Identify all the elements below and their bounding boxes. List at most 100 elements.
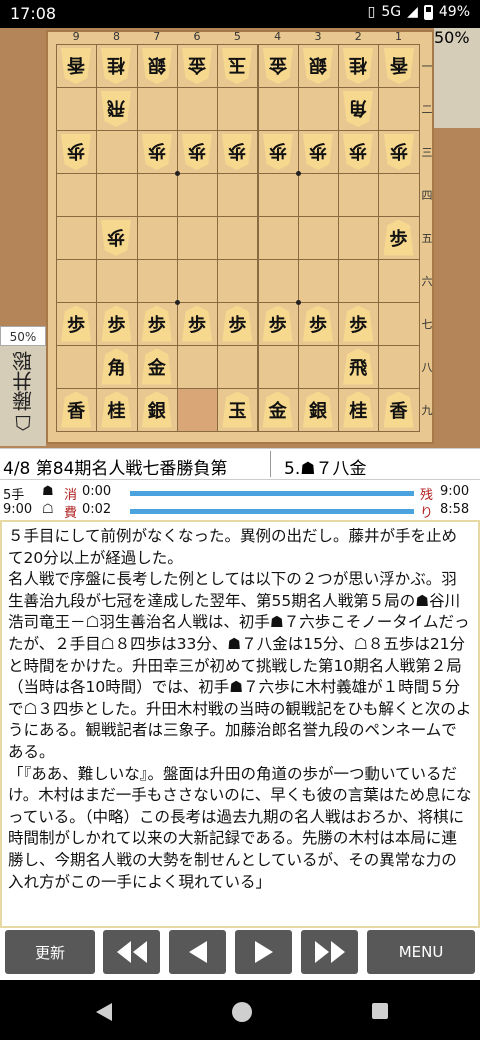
board-square[interactable] — [378, 302, 420, 346]
shogi-piece[interactable]: 桂 — [343, 48, 373, 84]
board-square[interactable] — [338, 173, 380, 217]
board-square[interactable] — [96, 130, 138, 174]
shogi-piece[interactable]: 歩 — [222, 134, 252, 170]
board-square[interactable] — [136, 173, 178, 217]
shogi-piece[interactable]: 香 — [61, 48, 91, 84]
shogi-piece[interactable]: 歩 — [101, 305, 132, 342]
shogi-piece[interactable]: 歩 — [142, 134, 172, 170]
board-square[interactable] — [176, 87, 219, 131]
first-move-button[interactable] — [103, 930, 160, 974]
game-title[interactable]: 4/8 第84期名人戦七番勝負第 — [3, 454, 265, 479]
board-square[interactable] — [378, 345, 420, 389]
rank-label: 一 — [421, 60, 433, 73]
shogi-piece[interactable]: 銀 — [141, 391, 172, 428]
shogi-piece[interactable]: 歩 — [302, 305, 333, 342]
shogi-piece[interactable]: 歩 — [222, 305, 253, 342]
shogi-piece[interactable]: 歩 — [182, 305, 213, 342]
board-square[interactable] — [378, 87, 420, 131]
clock-row-gote: 9:00 ☖ 費 0:02 り 8:58 — [3, 502, 470, 521]
shogi-piece[interactable]: 金 — [263, 48, 293, 84]
shogi-piece[interactable]: 銀 — [302, 391, 333, 428]
board-square[interactable] — [176, 345, 219, 389]
shogi-piece[interactable]: 歩 — [303, 134, 333, 170]
current-move[interactable]: 5.☗７八金 — [284, 454, 366, 479]
board-square[interactable] — [257, 259, 299, 303]
shogi-piece[interactable]: 歩 — [262, 305, 293, 342]
board-square[interactable] — [176, 173, 219, 217]
menu-button[interactable]: MENU — [367, 930, 475, 974]
board-square[interactable] — [297, 87, 340, 131]
board-square[interactable] — [217, 345, 259, 389]
rank-labels: 一二三四五六七八九 — [420, 44, 434, 434]
board-square[interactable] — [136, 259, 178, 303]
board-square[interactable] — [176, 388, 219, 432]
board-square[interactable] — [96, 259, 138, 303]
shogi-piece[interactable]: 銀 — [303, 48, 333, 84]
board-square[interactable] — [217, 87, 259, 131]
board-square[interactable] — [56, 216, 98, 260]
board-square[interactable] — [297, 259, 340, 303]
board-square[interactable] — [257, 345, 299, 389]
shogi-piece[interactable]: 歩 — [383, 219, 414, 256]
board-square[interactable] — [217, 173, 259, 217]
shogi-piece[interactable]: 金 — [141, 348, 172, 385]
shogi-piece[interactable]: 角 — [343, 91, 373, 127]
recents-icon[interactable] — [372, 1003, 388, 1019]
previous-move-button[interactable] — [169, 930, 226, 974]
shogi-piece[interactable]: 歩 — [101, 220, 131, 256]
shogi-piece[interactable]: 飛 — [101, 91, 131, 127]
board-square[interactable] — [217, 259, 259, 303]
board-square[interactable] — [56, 173, 98, 217]
shogi-piece[interactable]: 玉 — [222, 48, 252, 84]
shogi-piece[interactable]: 金 — [182, 48, 212, 84]
board-square[interactable] — [56, 87, 98, 131]
shogi-piece[interactable]: 桂 — [101, 391, 132, 428]
shogi-piece[interactable]: 歩 — [61, 305, 92, 342]
shogi-piece[interactable]: 銀 — [142, 48, 172, 84]
shogi-piece[interactable]: 桂 — [101, 48, 131, 84]
update-button[interactable]: 更新 — [5, 930, 95, 974]
shogi-piece[interactable]: 玉 — [222, 391, 253, 428]
board-square[interactable] — [176, 259, 219, 303]
shogi-piece[interactable]: 歩 — [141, 305, 172, 342]
board-square[interactable] — [176, 216, 219, 260]
board-square[interactable] — [257, 173, 299, 217]
board-square[interactable] — [217, 216, 259, 260]
board-square[interactable] — [136, 87, 178, 131]
board-square[interactable] — [257, 87, 299, 131]
last-move-button[interactable] — [301, 930, 358, 974]
shogi-piece[interactable]: 歩 — [343, 305, 374, 342]
board-square[interactable] — [338, 259, 380, 303]
shogi-piece[interactable]: 香 — [384, 48, 414, 84]
shogi-piece[interactable]: 歩 — [182, 134, 212, 170]
shogi-piece[interactable]: 桂 — [343, 391, 374, 428]
shogi-piece[interactable]: 歩 — [384, 134, 414, 170]
back-icon[interactable] — [96, 1003, 112, 1021]
shogi-piece[interactable]: 歩 — [343, 134, 373, 170]
board-square[interactable] — [297, 345, 340, 389]
shogi-piece[interactable]: 金 — [262, 391, 293, 428]
board-square[interactable] — [378, 173, 420, 217]
board-square[interactable] — [56, 259, 98, 303]
board-square[interactable] — [338, 216, 380, 260]
board-square[interactable] — [297, 216, 340, 260]
shogi-piece[interactable]: 角 — [101, 348, 132, 385]
board-square[interactable] — [257, 216, 299, 260]
shogi-piece[interactable]: 香 — [61, 391, 92, 428]
shogi-piece[interactable]: 香 — [383, 391, 414, 428]
next-move-button[interactable] — [235, 930, 292, 974]
commentary-panel[interactable]: ５手目にして前例がなくなった。異例の出だし。藤井が手を止めて20分以上が経過した… — [0, 520, 480, 928]
board-square[interactable] — [96, 173, 138, 217]
shogi-piece[interactable]: 歩 — [263, 134, 293, 170]
status-time: 17:08 — [10, 4, 57, 23]
board-square[interactable] — [378, 259, 420, 303]
board-square[interactable] — [297, 173, 340, 217]
file-label: 2 — [354, 30, 362, 43]
shogi-piece[interactable]: 飛 — [343, 348, 374, 385]
home-icon[interactable] — [232, 1002, 252, 1022]
shogi-piece[interactable]: 歩 — [61, 134, 91, 170]
board-square[interactable] — [136, 216, 178, 260]
status-bar: 17:08 ▯ 5G ◢ 49% — [0, 0, 480, 28]
board-square[interactable] — [56, 345, 98, 389]
board-grid[interactable]: 香桂銀金玉金銀桂香飛角歩歩歩歩歩歩歩歩歩歩歩歩歩歩歩歩歩歩角金飛香桂銀玉金銀桂香 — [56, 44, 420, 432]
